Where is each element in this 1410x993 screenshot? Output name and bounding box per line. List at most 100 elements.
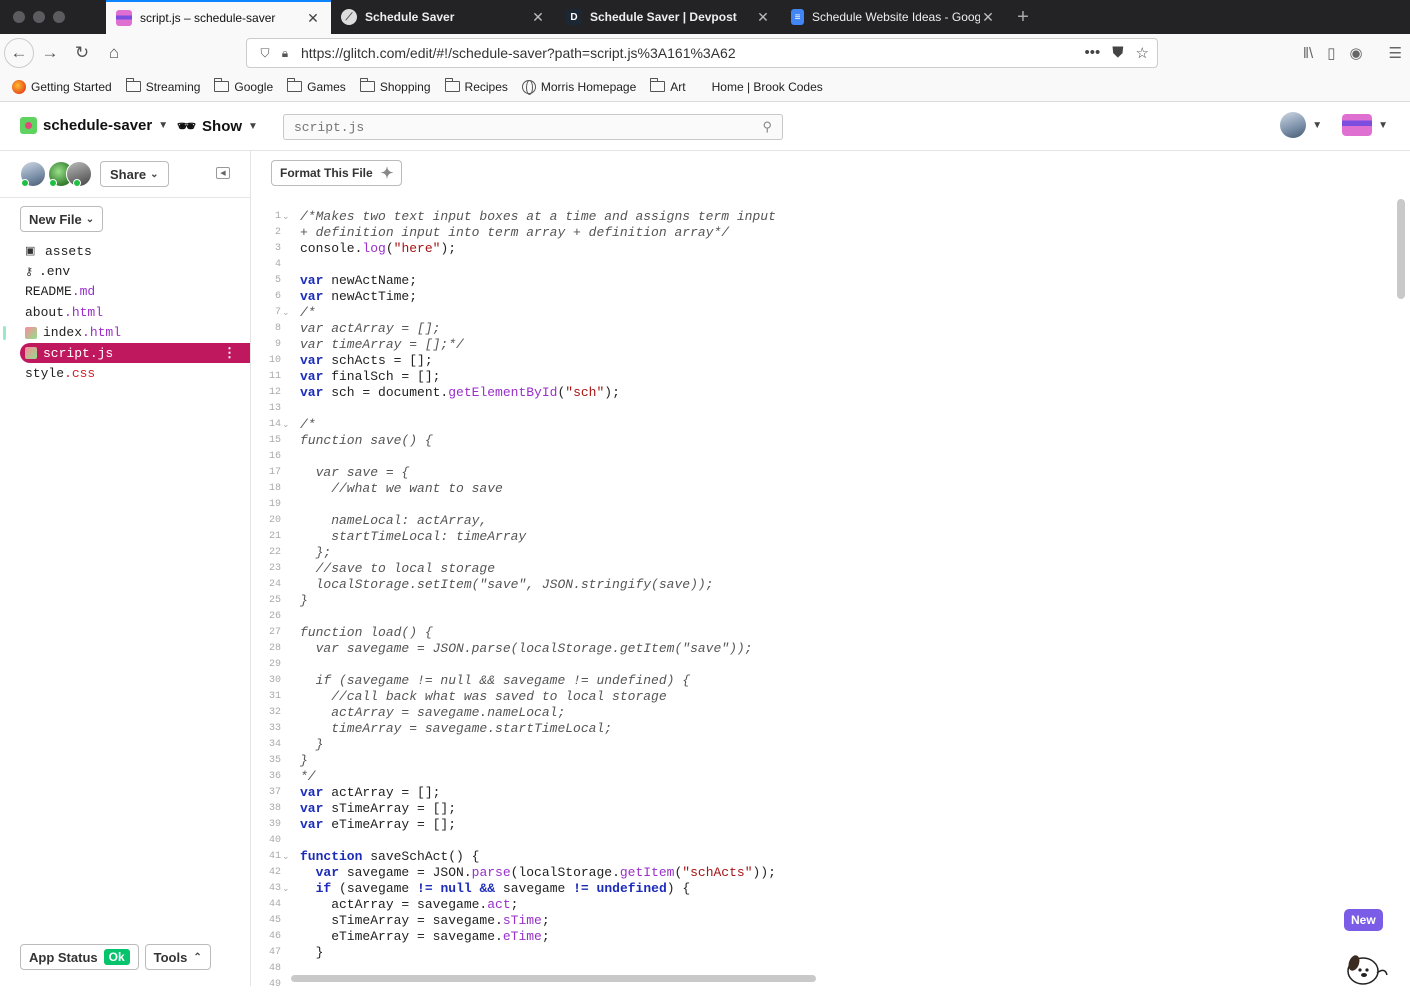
code-line[interactable]: 31 //call back what was saved to local s…	[251, 689, 1391, 705]
bookmark-streaming[interactable]: Streaming	[125, 78, 200, 94]
code-line[interactable]: 19	[251, 497, 1391, 513]
browser-tab-script-js[interactable]: script.js – schedule-saver ✕	[106, 0, 331, 34]
bookmark-recipes[interactable]: Recipes	[444, 78, 508, 94]
glitch-menu[interactable]: ▼	[1342, 114, 1388, 136]
code-line[interactable]: 36 */	[251, 769, 1391, 785]
bookmark-morris-homepage[interactable]: Morris Homepage	[521, 79, 636, 95]
bookmark-art[interactable]: Art	[650, 78, 686, 94]
code-line[interactable]: 32 actArray = savegame.nameLocal;	[251, 705, 1391, 721]
tab-close-icon[interactable]: ✕	[755, 9, 771, 26]
fold-chevron-icon[interactable]: ⌄	[282, 209, 300, 225]
maximize-window-button[interactable]	[53, 11, 65, 23]
project-menu[interactable]: schedule-saver ▼	[20, 117, 168, 134]
bookmark-getting-started[interactable]: Getting Started	[12, 79, 112, 94]
back-button[interactable]: ←	[4, 38, 34, 68]
file-item-about[interactable]: about .html	[20, 302, 250, 322]
code-line[interactable]: 40	[251, 833, 1391, 849]
tab-close-icon[interactable]: ✕	[980, 9, 996, 26]
new-tab-button[interactable]: +	[1006, 0, 1040, 34]
fold-chevron-icon[interactable]: ⌄	[282, 849, 300, 865]
scrollbar-thumb[interactable]	[1397, 199, 1405, 299]
code-line[interactable]: 4	[251, 257, 1391, 273]
bookmark-google[interactable]: Google	[214, 78, 273, 94]
shield-icon[interactable]: ⛉	[255, 46, 275, 61]
code-line[interactable]: 21 startTimeLocal: timeArray	[251, 529, 1391, 545]
lock-icon[interactable]: 🔒︎	[275, 46, 295, 61]
collapse-sidebar-button[interactable]: ◀	[216, 167, 230, 179]
code-line[interactable]: 10 var schActs = [];	[251, 353, 1391, 369]
forward-button[interactable]: →	[34, 37, 66, 69]
avatar[interactable]	[20, 161, 46, 187]
code-line[interactable]: 12 var sch = document.getElementById("sch…	[251, 385, 1391, 401]
code-line[interactable]: 26	[251, 609, 1391, 625]
avatar[interactable]	[66, 161, 92, 187]
code-line[interactable]: 13	[251, 401, 1391, 417]
code-line[interactable]: 1 ⌄/*Makes two text input boxes at a time…	[251, 209, 1391, 225]
browser-tab-schedule-saver[interactable]: ⟋ Schedule Saver ✕	[331, 0, 556, 34]
file-item-script[interactable]: script .js ⋮	[20, 342, 250, 364]
bookmark-games[interactable]: Games	[287, 78, 346, 94]
code-line[interactable]: 45 sTimeArray = savegame.sTime;	[251, 913, 1391, 929]
code-line[interactable]: 14 ⌄/*	[251, 417, 1391, 433]
code-line[interactable]: 35}	[251, 753, 1391, 769]
sidebar-icon[interactable]: ▯	[1327, 44, 1335, 62]
new-file-button[interactable]: New File ⌄	[20, 206, 104, 232]
tab-close-icon[interactable]: ✕	[305, 10, 321, 27]
code-line[interactable]: 16	[251, 449, 1391, 465]
code-line[interactable]: 34 }	[251, 737, 1391, 753]
file-options-icon[interactable]: ⋮	[223, 346, 236, 361]
code-line[interactable]: 17 var save = {	[251, 465, 1391, 481]
code-line[interactable]: 8 var actArray = [];	[251, 321, 1391, 337]
code-line[interactable]: 15 function save() {	[251, 433, 1391, 449]
hamburger-menu-icon[interactable]: ☰	[1389, 44, 1402, 62]
code-line[interactable]: 30 if (savegame != null && savegame != u…	[251, 673, 1391, 689]
code-line[interactable]: 38 var sTimeArray = [];	[251, 801, 1391, 817]
code-line[interactable]: 25}	[251, 593, 1391, 609]
code-line[interactable]: 23 //save to local storage	[251, 561, 1391, 577]
code-line[interactable]: 27 function load() {	[251, 625, 1391, 641]
file-item-readme[interactable]: README .md	[20, 282, 250, 302]
code-line[interactable]: 24 localStorage.setItem("save", JSON.str…	[251, 577, 1391, 593]
url-bar[interactable]: ⛉ 🔒︎ https://glitch.com/edit/#!/schedule…	[246, 38, 1158, 68]
pocket-icon[interactable]: ⛊	[1112, 44, 1123, 62]
code-line[interactable]: 29	[251, 657, 1391, 673]
file-search-input[interactable]	[294, 119, 763, 135]
tools-button[interactable]: Tools ⌃	[144, 944, 211, 970]
horizontal-scrollbar[interactable]	[291, 975, 816, 982]
bookmark-shopping[interactable]: Shopping	[359, 78, 431, 94]
code-line[interactable]: 11 var finalSch = [];	[251, 369, 1391, 385]
code-line[interactable]: 43 ⌄ if (savegame != null && savegame != …	[251, 881, 1391, 897]
file-item-env[interactable]: ⚷ .env	[20, 261, 250, 281]
file-item-index[interactable]: index .html	[3, 323, 250, 343]
file-item-style[interactable]: style .css	[20, 363, 250, 383]
file-item-assets[interactable]: ▣ assets	[20, 241, 250, 261]
minimize-window-button[interactable]	[33, 11, 45, 23]
bookmark-brook-codes[interactable]: Home | Brook Codes	[712, 80, 823, 94]
code-line[interactable]: 41 ⌄ function saveSchAct() {	[251, 849, 1391, 865]
app-status-button[interactable]: App Status Ok	[20, 944, 139, 970]
code-line[interactable]: 6 var newActTime;	[251, 289, 1391, 305]
show-menu[interactable]: 🕶︎ Show ▼	[177, 117, 258, 136]
library-icon[interactable]: ‖\	[1303, 45, 1313, 62]
code-line[interactable]: 37 var actArray = [];	[251, 785, 1391, 801]
user-menu[interactable]: ▼	[1280, 112, 1322, 138]
account-icon[interactable]: ◉	[1349, 44, 1362, 62]
code-line[interactable]: 46 eTimeArray = savegame.eTime;	[251, 929, 1391, 945]
vertical-scrollbar[interactable]	[1397, 199, 1405, 984]
home-button[interactable]: ⌂	[98, 37, 130, 69]
fold-chevron-icon[interactable]: ⌄	[282, 881, 300, 897]
code-line[interactable]: 47 }	[251, 945, 1391, 961]
code-line[interactable]: 22 };	[251, 545, 1391, 561]
code-line[interactable]: 18 //what we want to save	[251, 481, 1391, 497]
url-text[interactable]: https://glitch.com/edit/#!/schedule-save…	[301, 45, 1085, 61]
code-line[interactable]: 5 var newActName;	[251, 273, 1391, 289]
more-icon[interactable]: •••	[1085, 44, 1101, 62]
tab-close-icon[interactable]: ✕	[530, 9, 546, 26]
code-line[interactable]: 7 ⌄/*	[251, 305, 1391, 321]
code-line[interactable]: 20 nameLocal: actArray,	[251, 513, 1391, 529]
file-search[interactable]: ⚲	[283, 114, 783, 140]
code-line[interactable]: 28 var savegame = JSON.parse(localStorag…	[251, 641, 1391, 657]
new-badge[interactable]: New	[1344, 909, 1383, 931]
reload-button[interactable]: ↻	[66, 37, 98, 69]
glitch-dog-icon[interactable]	[1341, 941, 1389, 986]
